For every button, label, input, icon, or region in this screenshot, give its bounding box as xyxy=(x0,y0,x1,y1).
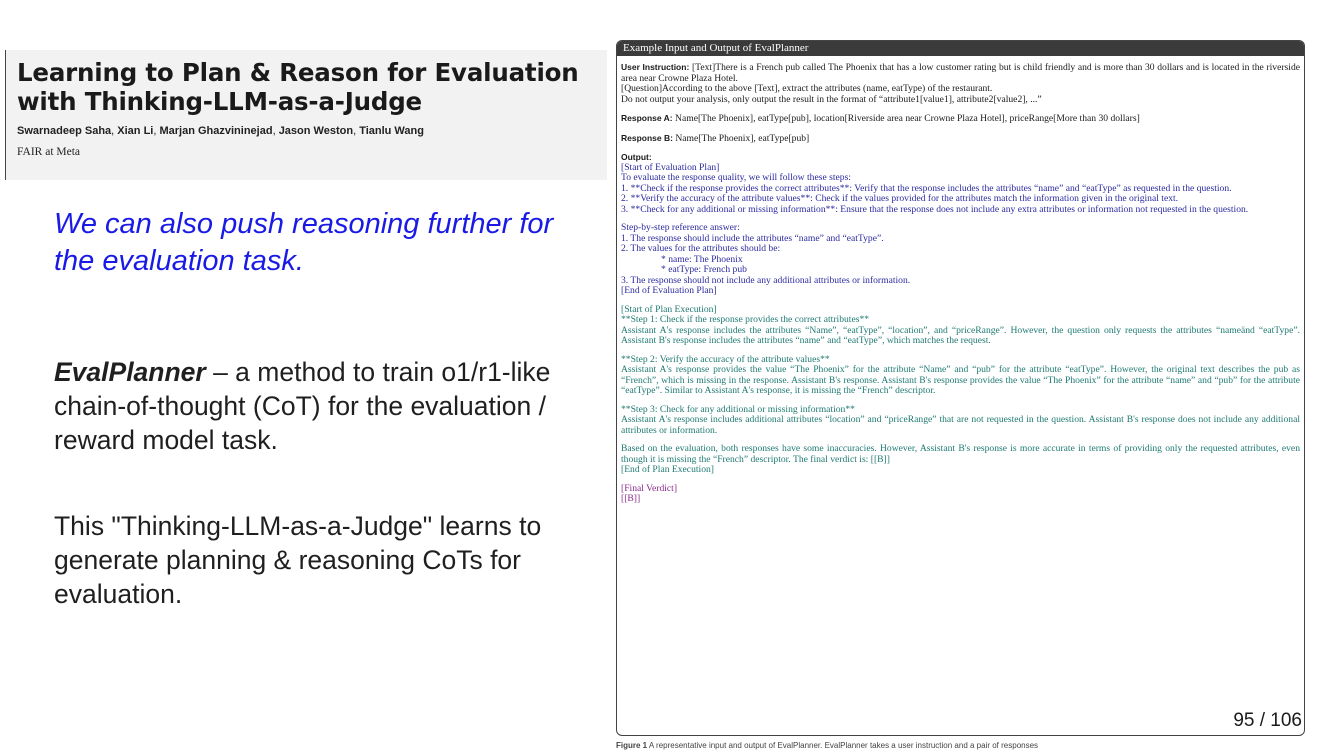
question-line: [Question]According to the above [Text],… xyxy=(621,83,993,94)
paper-header: Learning to Plan & Reason for Evaluation… xyxy=(5,50,607,180)
plan-execution: [Start of Plan Execution] **Step 1: Chec… xyxy=(621,303,1300,475)
plan-step: 2. **Verify the accuracy of the attribut… xyxy=(621,193,1179,204)
user-instruction: User Instruction: [Text]There is a Frenc… xyxy=(621,62,1301,84)
page-number: 95 / 106 xyxy=(1233,710,1302,731)
author: Jason Weston xyxy=(278,125,354,137)
example-figure: Example Input and Output of EvalPlanner … xyxy=(616,40,1305,736)
author: Xian Li xyxy=(117,125,154,137)
output-label: Output: xyxy=(621,152,652,162)
response-b-label: Response B: xyxy=(621,132,673,143)
highlight-note: We can also push reasoning further for t… xyxy=(54,208,554,277)
response-a-label: Response A: xyxy=(621,113,673,123)
plan-step: 3. **Check for any additional or missing… xyxy=(621,203,1249,215)
execution-step-body: Assistant A's response provides the valu… xyxy=(621,364,1300,396)
paper-title: Learning to Plan & Reason for Evaluation… xyxy=(17,58,579,116)
author: Marjan Ghazvininejad xyxy=(159,125,273,137)
response-b: Response B: Name[The Phoenix], eatType[p… xyxy=(621,132,810,144)
figure-caption: Figure 1 A representative input and outp… xyxy=(616,741,1039,750)
author: Swarnadeep Saha xyxy=(17,125,112,137)
conclusion: Based on the evaluation, both responses … xyxy=(621,443,1300,465)
final-verdict: [Final Verdict] [[B]] xyxy=(621,482,678,504)
thinking-llm-description: This "Thinking-LLM-as-a-Judge" learns to… xyxy=(54,511,542,609)
figure-header: Example Input and Output of EvalPlanner xyxy=(617,41,1304,56)
figure-body: User Instruction: [Text]There is a Frenc… xyxy=(617,56,1304,505)
format-line: Do not output your analysis, only output… xyxy=(621,93,1042,105)
execution-step-body: Assistant A's response includes the attr… xyxy=(621,324,1300,346)
paper-affiliation: FAIR at Meta xyxy=(17,146,81,158)
evalplanner-description: EvalPlanner – a method to train o1/r1-li… xyxy=(54,355,554,457)
evalplanner-name: EvalPlanner xyxy=(54,357,206,387)
author: Tianlu Wang xyxy=(359,125,424,137)
execution-step-title: **Step 1: Check if the response provides… xyxy=(621,314,870,325)
paper-authors: Swarnadeep Saha, Xian Li, Marjan Ghazvin… xyxy=(17,125,424,137)
user-instruction-label: User Instruction: xyxy=(621,62,690,72)
response-a: Response A: Name[The Phoenix], eatType[p… xyxy=(621,113,1140,124)
evaluation-plan: [Start of Evaluation Plan] To evaluate t… xyxy=(621,162,1300,297)
execution-step-body: Assistant A's response includes addition… xyxy=(621,414,1300,436)
